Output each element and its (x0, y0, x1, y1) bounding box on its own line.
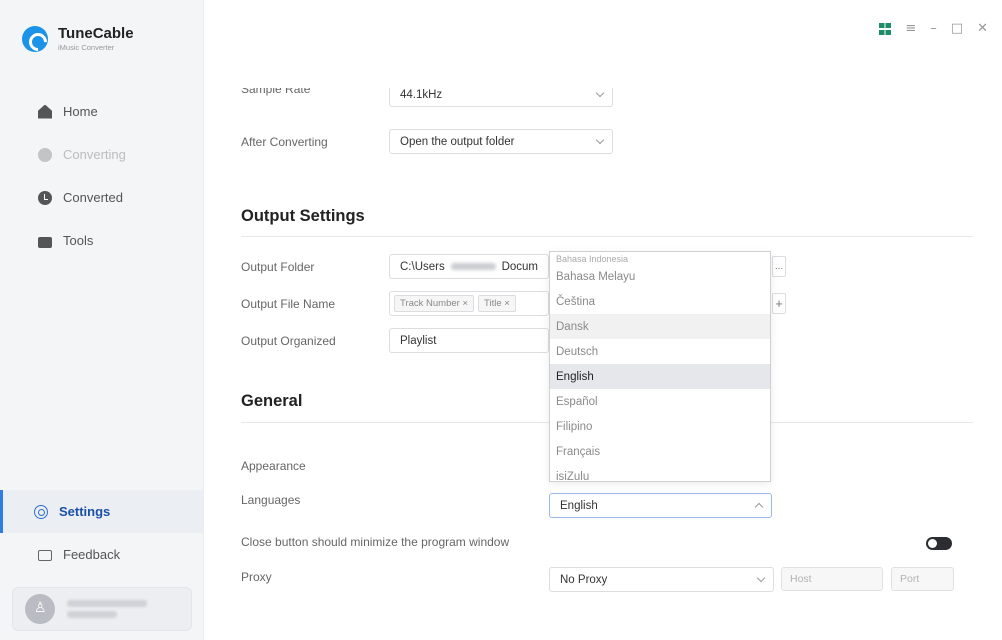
gear-icon (34, 504, 48, 519)
divider (241, 236, 973, 237)
after-converting-select[interactable]: Open the output folder (389, 129, 613, 154)
appearance-row: Appearance (241, 459, 389, 473)
sample-rate-value: 44.1kHz (400, 88, 443, 101)
output-organized-label: Output Organized (241, 333, 336, 348)
language-dropdown-list: Bahasa Indonesia Bahasa Melayu Čeština D… (549, 251, 771, 482)
language-option[interactable]: Filipino (550, 414, 770, 439)
general-title: General (241, 392, 303, 410)
language-option[interactable]: Čeština (550, 289, 770, 314)
output-file-name-label: Output File Name (241, 296, 336, 311)
sidebar-item-label: Tools (63, 233, 94, 248)
username-redacted (450, 263, 496, 270)
languages-label: Languages (241, 493, 301, 507)
output-folder-row: Output Folder C:\Users Docum (241, 254, 549, 279)
brand-name: TuneCable (58, 25, 134, 43)
output-file-name-row: Output File Name Track Number × Title × (241, 291, 549, 316)
sidebar: TuneCable iMusic Converter Home Converti… (0, 0, 204, 640)
tunecable-logo-icon (22, 26, 48, 52)
output-file-name-field[interactable]: Track Number × Title × (389, 291, 549, 316)
chevron-down-icon (595, 135, 605, 145)
proxy-row: Proxy (241, 570, 389, 584)
browse-folder-button[interactable]: ... (772, 256, 786, 277)
user-account-card[interactable] (12, 587, 192, 631)
close-minimize-label: Close button should minimize the program… (241, 535, 510, 549)
languages-value: English (560, 499, 598, 512)
clock-icon (38, 190, 52, 205)
output-folder-field[interactable]: C:\Users Docum (389, 254, 549, 279)
add-filename-tag-button[interactable]: + (772, 293, 786, 314)
sidebar-bottom-nav: Settings Feedback (0, 490, 204, 576)
language-option[interactable]: isiZulu (550, 464, 770, 482)
output-folder-path-prefix: C:\Users (400, 260, 445, 273)
close-minimize-toggle[interactable] (926, 537, 952, 550)
chevron-up-icon (754, 502, 764, 512)
close-minimize-row: Close button should minimize the program… (241, 535, 509, 549)
filename-tag-track-number[interactable]: Track Number × (394, 295, 475, 312)
sidebar-item-label: Home (63, 104, 98, 119)
brand: TuneCable iMusic Converter (22, 26, 134, 52)
sidebar-item-tools[interactable]: Tools (0, 219, 204, 262)
output-folder-path-suffix: Docum (501, 260, 538, 273)
sidebar-item-converting[interactable]: Converting (0, 133, 204, 176)
after-converting-row: After Converting Open the output folder (241, 129, 613, 154)
after-converting-label: After Converting (241, 134, 328, 149)
sidebar-item-settings[interactable]: Settings (0, 490, 204, 533)
chevron-down-icon (595, 88, 605, 98)
sidebar-item-label: Converting (63, 147, 126, 162)
user-email-redacted (67, 596, 147, 622)
sample-rate-select[interactable]: 44.1kHz (389, 88, 613, 107)
output-settings-title: Output Settings (241, 207, 365, 225)
brand-subtitle: iMusic Converter (58, 43, 115, 53)
sidebar-item-feedback[interactable]: Feedback (0, 533, 204, 576)
proxy-value: No Proxy (560, 573, 608, 586)
sidebar-item-label: Settings (59, 504, 111, 519)
chevron-down-icon (756, 573, 766, 583)
filename-tag-title[interactable]: Title × (478, 295, 516, 312)
home-icon (38, 104, 52, 119)
language-option[interactable]: Bahasa Melayu (550, 264, 770, 289)
converting-icon (38, 147, 52, 162)
mail-icon (38, 550, 52, 561)
app-window: TuneCable iMusic Converter Home Converti… (0, 0, 1002, 640)
sidebar-item-label: Converted (63, 190, 123, 205)
language-option[interactable]: Bahasa Indonesia (550, 252, 770, 264)
languages-select[interactable]: English (549, 493, 772, 518)
languages-row: Languages (241, 493, 389, 507)
sidebar-nav: Home Converting Converted Tools (0, 90, 204, 262)
sidebar-item-label: Feedback (63, 547, 121, 562)
language-option[interactable]: Dansk (550, 314, 770, 339)
output-folder-label: Output Folder (241, 259, 315, 274)
appearance-label: Appearance (241, 459, 306, 473)
proxy-select[interactable]: No Proxy (549, 567, 774, 592)
output-organized-select[interactable]: Playlist (389, 328, 549, 353)
after-converting-value: Open the output folder (400, 135, 515, 148)
avatar (25, 594, 55, 624)
proxy-label: Proxy (241, 570, 272, 584)
sidebar-item-home[interactable]: Home (0, 90, 204, 133)
language-option[interactable]: Español (550, 389, 770, 414)
language-option[interactable]: Deutsch (550, 339, 770, 364)
sample-rate-label: Sample Rate (241, 88, 311, 96)
language-option[interactable]: Français (550, 439, 770, 464)
language-option-selected[interactable]: English (550, 364, 770, 389)
proxy-port-input[interactable]: Port (891, 567, 954, 591)
proxy-host-input[interactable]: Host (781, 567, 883, 591)
output-organized-row: Output Organized Playlist (241, 328, 549, 353)
sidebar-item-converted[interactable]: Converted (0, 176, 204, 219)
toolbox-icon (38, 236, 52, 248)
output-organized-value: Playlist (400, 334, 437, 347)
sample-rate-row: Sample Rate 44.1kHz (241, 88, 613, 113)
